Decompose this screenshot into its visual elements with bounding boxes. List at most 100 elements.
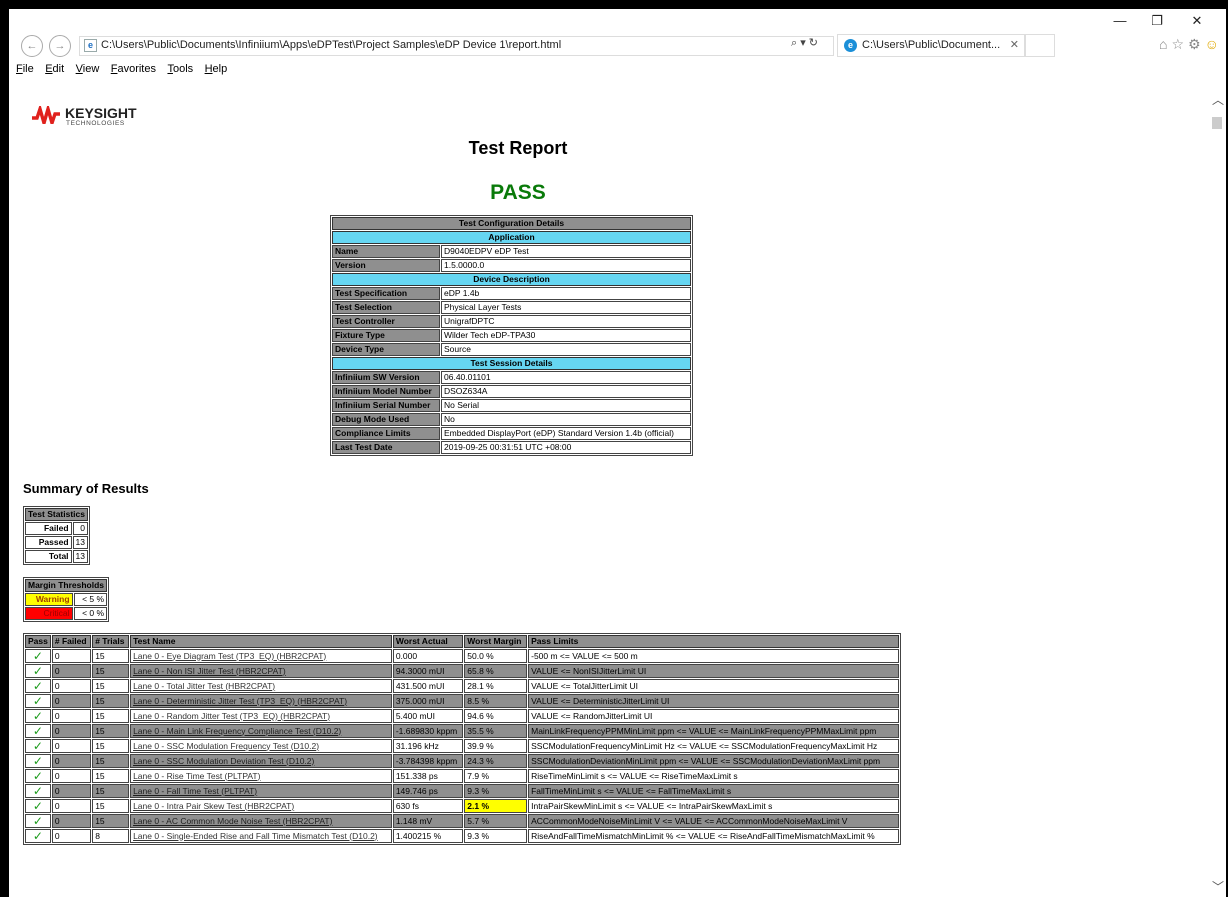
config-key: Compliance Limits — [332, 427, 440, 440]
test-name-cell: Lane 0 - Rise Time Test (PLTPAT) — [130, 769, 392, 783]
test-name-link[interactable]: Lane 0 - AC Common Mode Noise Test (HBR2… — [133, 816, 332, 826]
address-bar-row: ← → e C:\Users\Public\Documents\Infiniiu… — [9, 33, 1226, 59]
close-window-button[interactable]: ✕ — [1179, 11, 1215, 31]
result-row: ✓ 0 8 Lane 0 - Single-Ended Rise and Fall T… — [25, 829, 899, 843]
test-name-link[interactable]: Lane 0 - Fall Time Test (PLTPAT) — [133, 786, 257, 796]
trials-count: 15 — [92, 739, 130, 753]
test-name-link[interactable]: Lane 0 - Single-Ended Rise and Fall Time… — [133, 831, 378, 841]
test-name-link[interactable]: Lane 0 - Intra Pair Skew Test (HBR2CPAT) — [133, 801, 294, 811]
scroll-thumb[interactable] — [1212, 117, 1222, 129]
worst-actual: 375.000 mUI — [392, 694, 464, 708]
trials-count: 15 — [92, 724, 130, 738]
scroll-up-icon[interactable]: ︿ — [1212, 91, 1224, 108]
stat-label: Failed — [25, 522, 72, 535]
failed-count: 0 — [51, 754, 92, 768]
address-input[interactable]: e C:\Users\Public\Documents\Infiniium\Ap… — [79, 36, 834, 56]
failed-count: 0 — [51, 694, 92, 708]
title-bar: — ❐ ✕ — [9, 9, 1226, 33]
menu-help[interactable]: Help — [205, 59, 228, 75]
worst-margin: 5.7 % — [464, 814, 528, 828]
trials-count: 8 — [92, 829, 130, 843]
test-name-cell: Lane 0 - Non ISI Jitter Test (HBR2CPAT) — [130, 664, 392, 678]
pass-limits: IntraPairSkewMinLimit s <= VALUE <= Intr… — [528, 799, 899, 813]
worst-actual: 31.196 kHz — [392, 739, 464, 753]
result-row: ✓ 0 15 Lane 0 - Rise Time Test (PLTPAT) 151.… — [25, 769, 899, 783]
test-name-link[interactable]: Lane 0 - Non ISI Jitter Test (HBR2CPAT) — [133, 666, 286, 676]
browser-window: — ❐ ✕ ← → e C:\Users\Public\Documents\In… — [9, 9, 1226, 897]
worst-margin: 94.6 % — [464, 709, 528, 723]
margins-header: Margin Thresholds — [25, 579, 108, 592]
config-key: Device Type — [332, 343, 440, 356]
menu-file[interactable]: File — [16, 59, 34, 75]
config-value: 06.40.01101 — [441, 371, 691, 384]
config-row: Infiniium Serial Number No Serial — [332, 399, 691, 412]
worst-actual: 431.500 mUI — [392, 679, 464, 693]
worst-actual: 94.3000 mUI — [392, 664, 464, 678]
test-name-link[interactable]: Lane 0 - SSC Modulation Deviation Test (… — [133, 756, 314, 766]
col-pass: Pass — [25, 635, 51, 648]
failed-count: 0 — [51, 664, 92, 678]
scroll-down-icon[interactable]: ﹀ — [1212, 878, 1224, 895]
worst-actual: 151.338 ps — [392, 769, 464, 783]
forward-arrow-icon: → — [54, 40, 66, 52]
config-row: Fixture Type Wilder Tech eDP-TPA30 — [332, 329, 691, 342]
toolbar-icons[interactable]: ⌂☆⚙☺ — [1159, 36, 1223, 53]
menu-view[interactable]: View — [76, 59, 100, 75]
config-value: UnigrafDPTC — [441, 315, 691, 328]
worst-margin: 2.1 % — [464, 799, 528, 813]
test-name-link[interactable]: Lane 0 - Random Jitter Test (TP3_EQ) (HB… — [133, 711, 330, 721]
back-arrow-icon: ← — [26, 40, 38, 52]
test-name-link[interactable]: Lane 0 - Rise Time Test (PLTPAT) — [133, 771, 260, 781]
home-star-gear-icons[interactable]: ⌂☆⚙ — [1159, 36, 1205, 52]
address-url: C:\Users\Public\Documents\Infiniium\Apps… — [101, 39, 562, 51]
worst-margin: 28.1 % — [464, 679, 528, 693]
new-tab-button[interactable] — [1025, 34, 1055, 57]
test-name-link[interactable]: Lane 0 - SSC Modulation Frequency Test (… — [133, 741, 319, 751]
test-name-cell: Lane 0 - Single-Ended Rise and Fall Time… — [130, 829, 392, 843]
config-key: Debug Mode Used — [332, 413, 440, 426]
result-row: ✓ 0 15 Lane 0 - Deterministic Jitter Test (… — [25, 694, 899, 708]
test-statistics-table: Test Statistics Failed 0 Passed 13 Total 13 — [23, 506, 91, 565]
col-worst-margin: Worst Margin — [464, 635, 528, 648]
menu-edit[interactable]: Edit — [45, 59, 64, 75]
test-name-cell: Lane 0 - Intra Pair Skew Test (HBR2CPAT) — [130, 799, 392, 813]
minimize-button[interactable]: — — [1102, 11, 1138, 31]
restore-button[interactable]: ❐ — [1139, 11, 1175, 31]
col-pass-limits: Pass Limits — [528, 635, 899, 648]
config-key: Test Specification — [332, 287, 440, 300]
pass-limits: VALUE <= DeterministicJitterLimit UI — [528, 694, 899, 708]
pass-check-icon: ✓ — [25, 694, 51, 708]
result-row: ✓ 0 15 Lane 0 - Fall Time Test (PLTPAT) 149.… — [25, 784, 899, 798]
pass-check-icon: ✓ — [25, 754, 51, 768]
test-name-link[interactable]: Lane 0 - Main Link Frequency Compliance … — [133, 726, 341, 736]
trials-count: 15 — [92, 799, 130, 813]
stat-value: 13 — [72, 550, 89, 563]
test-name-link[interactable]: Lane 0 - Eye Diagram Test (TP3_EQ) (HBR2… — [133, 651, 326, 661]
failed-count: 0 — [51, 739, 92, 753]
trials-count: 15 — [92, 754, 130, 768]
search-refresh-icons[interactable]: ⌕ ▾ ↻ — [791, 36, 818, 50]
back-button[interactable]: ← — [21, 35, 43, 57]
test-name-link[interactable]: Lane 0 - Total Jitter Test (HBR2CPAT) — [133, 681, 275, 691]
logo-name: KEYSIGHT — [65, 105, 137, 121]
test-name-cell: Lane 0 - Total Jitter Test (HBR2CPAT) — [130, 679, 392, 693]
forward-button[interactable]: → — [49, 35, 71, 57]
worst-margin: 9.3 % — [464, 784, 528, 798]
config-key: Name — [332, 245, 440, 258]
tab-label: C:\Users\Public\Document... — [862, 39, 1001, 51]
worst-actual: 1.400215 % — [392, 829, 464, 843]
feedback-smiley-icon[interactable]: ☺ — [1205, 36, 1223, 52]
vertical-scrollbar[interactable]: ︿ ﹀ — [1209, 81, 1226, 897]
tab-close-icon[interactable]: ✕ — [1010, 38, 1019, 51]
config-section-title: Device Description — [332, 273, 691, 286]
failed-count: 0 — [51, 829, 92, 843]
menu-tools[interactable]: Tools — [167, 59, 193, 75]
config-value: Source — [441, 343, 691, 356]
pass-limits: RiseAndFallTimeMismatchMinLimit % <= VAL… — [528, 829, 899, 843]
worst-margin: 65.8 % — [464, 664, 528, 678]
failed-count: 0 — [51, 769, 92, 783]
test-name-link[interactable]: Lane 0 - Deterministic Jitter Test (TP3_… — [133, 696, 347, 706]
menu-favorites[interactable]: Favorites — [111, 59, 156, 75]
browser-tab[interactable]: e C:\Users\Public\Document... ✕ — [837, 34, 1025, 57]
ie-icon: e — [844, 39, 857, 52]
